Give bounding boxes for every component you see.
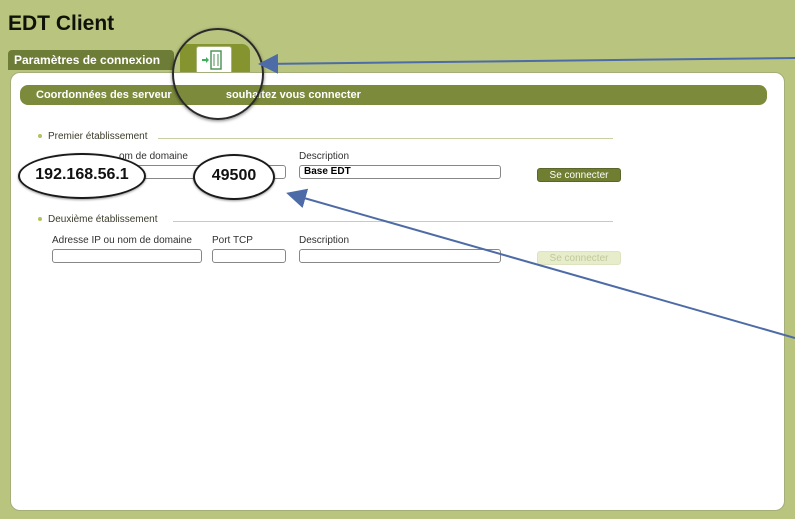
app-window: EDT Client Paramètres de connexion Coord… — [0, 0, 795, 519]
arrow-to-port — [286, 188, 795, 339]
annotation-arrows — [258, 53, 795, 339]
arrow-to-tab — [258, 53, 795, 74]
